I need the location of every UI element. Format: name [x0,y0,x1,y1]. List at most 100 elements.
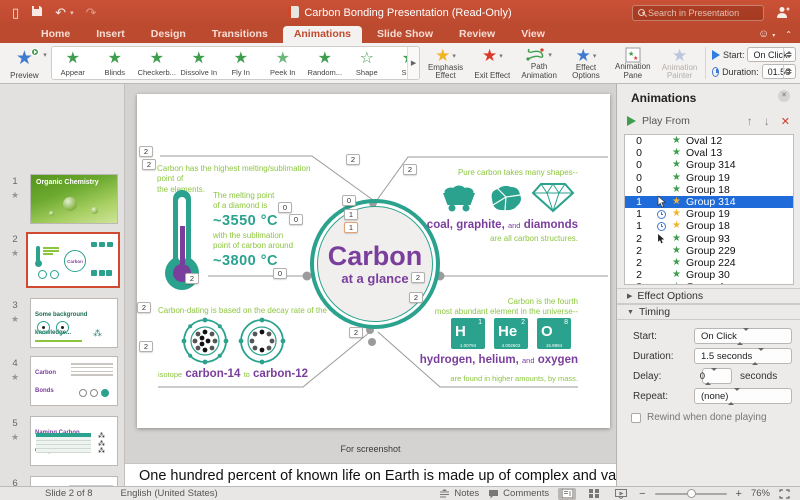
tab-home[interactable]: Home [30,26,81,43]
effect-peek-in[interactable]: Peek In [262,47,304,79]
timing-section-header[interactable]: ▼ Timing [617,304,800,320]
slide-6-thumbnail[interactable]: Carbon Dating [30,476,118,486]
stepper-icon[interactable] [728,391,740,402]
share-person-icon[interactable] [776,6,790,19]
timing-duration-dropdown[interactable]: 1.5 seconds [694,348,792,364]
animation-badge[interactable]: 1 [344,209,358,220]
tab-view[interactable]: View [510,26,556,43]
effect-options-section-header[interactable]: ▶ Effect Options [617,288,800,304]
effect-shape[interactable]: Shape [346,47,388,79]
timing-delay-input[interactable]: 0 [702,368,732,384]
animation-row[interactable]: 0Group 19 [625,172,793,184]
effect-random[interactable]: Random... [304,47,346,79]
animation-badge[interactable]: 2 [403,164,417,175]
start-dropdown[interactable]: On Click [747,47,795,62]
move-up-icon[interactable]: ↑ [747,114,753,128]
close-pane-icon[interactable]: ✕ [778,90,790,102]
preview-dropdown-icon[interactable]: ▾ [43,51,47,59]
collapse-ribbon-icon[interactable]: ⌃ [785,30,792,39]
animation-row[interactable]: 2 Group 93 [625,233,793,245]
effect-blinds[interactable]: Blinds [94,47,136,79]
shapes-outro-text[interactable]: are all carbon structures. [417,234,578,244]
slideshow-view-button[interactable] [612,488,630,500]
effect-fly-in[interactable]: Fly In [220,47,262,79]
duration-stepper-icon[interactable] [783,65,795,78]
exit-effect-button[interactable]: ▾ Exit Effect [469,43,516,83]
animation-row[interactable]: 2Group 30 [625,269,793,281]
search-box[interactable]: ▾ [632,5,764,21]
tab-slide-show[interactable]: Slide Show [366,26,444,43]
animation-row[interactable]: 0Oval 13 [625,147,793,159]
tab-design[interactable]: Design [140,26,197,43]
effect-options-button[interactable]: ▾ Effect Options [563,43,610,83]
slide-1-thumbnail[interactable]: Organic Chemistry [30,174,118,224]
animation-pane-button[interactable]: ★★ Animation Pane [609,43,656,83]
fit-slide-to-window-icon[interactable] [779,489,790,499]
tab-review[interactable]: Review [448,26,506,43]
preview-button[interactable]: ★ ▾ Preview [0,43,49,83]
animation-badge[interactable]: 2 [411,272,425,283]
effect-checkerboard[interactable]: Checkerb... [136,47,178,79]
move-down-icon[interactable]: ↓ [764,114,770,128]
slide-5-thumbnail[interactable]: Naming Carbon Compounds: ⁂⁂⁂ [30,416,118,466]
remove-animation-icon[interactable]: ✕ [781,115,790,128]
zoom-level[interactable]: 76% [751,488,770,499]
animation-row-partial[interactable]: 2Group 4 [625,281,793,285]
animation-row[interactable]: 2Group 229 [625,245,793,257]
tab-animations[interactable]: Animations [283,26,362,43]
timing-repeat-dropdown[interactable]: (none) [694,388,792,404]
abundance-outro-text[interactable]: are found in higher amounts, by mass. [417,374,578,383]
play-from-button[interactable]: Play From [642,115,736,127]
animation-badge[interactable]: 0 [289,214,303,225]
animation-row[interactable]: 2Group 224 [625,257,793,269]
feedback-smiley-icon[interactable]: ☺ ▾ [758,28,775,40]
zoom-slider[interactable] [655,493,727,495]
timing-start-dropdown[interactable]: On Click [694,328,792,344]
abundance-intro-text[interactable]: Carbon is the fourthmost abundant elemen… [417,297,578,318]
animation-badge[interactable]: 2 [409,292,423,303]
effect-dissolve-in[interactable]: Dissolve In [178,47,220,79]
animation-row-selected[interactable]: 1 Group 314 [625,196,793,208]
animation-badge[interactable]: 2 [142,159,156,170]
zoom-slider-thumb[interactable] [687,489,696,498]
isotope-text[interactable]: isotope carbon-14 to carbon-12 [158,368,358,380]
element-tiles[interactable]: 1 H 1.00794 2 He 4.002602 8 O 15.9994 [451,318,571,349]
notes-pane[interactable]: One hundred percent of known life on Ear… [125,463,616,486]
animation-row[interactable]: 1Group 19 [625,208,793,220]
language-indicator[interactable]: English (United States) [121,488,218,499]
shapes-main-text[interactable]: coal, graphite, and diamonds [397,219,578,231]
animation-row[interactable]: 0Oval 12 [625,135,793,147]
normal-view-button[interactable] [558,488,576,500]
shapes-intro-text[interactable]: Pure carbon takes many shapes-- [417,168,578,178]
start-stepper-icon[interactable] [783,48,795,61]
dating-intro-text[interactable]: Carbon-dating is based on the decay rate… [158,306,338,316]
animation-badge[interactable]: 2 [349,327,363,338]
animation-row[interactable]: 0Group 314 [625,159,793,171]
play-from-icon[interactable] [627,116,636,126]
zoom-out-button[interactable]: − [639,488,645,500]
slide-2-thumbnail-selected[interactable]: Carbon [26,232,120,288]
slide-3-thumbnail[interactable]: Some background knowledge... [30,298,118,348]
abundance-main-text[interactable]: hydrogen, helium, and oxygen [387,354,578,366]
stepper-icon[interactable] [752,351,764,362]
emphasis-effect-button[interactable]: ▾ Emphasis Effect [422,43,469,83]
slide-sorter-view-button[interactable] [585,488,603,500]
comments-toggle-button[interactable]: Comments [488,488,549,499]
slide-2-editing-surface[interactable]: Carbon has the highest melting/sublimati… [137,94,610,428]
animation-badge[interactable]: 0 [278,202,292,213]
isotope-atom-diagrams[interactable] [181,317,286,365]
melting-point-text[interactable]: The melting pointof a diamond is ~3550 °… [213,191,323,271]
search-input[interactable] [648,8,765,18]
slide-4-thumbnail[interactable]: Carbon Bonds [30,356,118,406]
animation-badge[interactable]: 0 [342,195,356,206]
tab-transitions[interactable]: Transitions [201,26,279,43]
zoom-in-button[interactable]: + [736,488,742,500]
animation-badge-selected[interactable]: 1 [344,222,358,233]
animation-row[interactable]: 0Group 18 [625,184,793,196]
animation-badge[interactable]: 2 [137,302,151,313]
rewind-checkbox[interactable] [631,413,641,423]
effect-appear[interactable]: Appear [52,47,94,79]
path-animation-button[interactable]: ▾ Path Animation [516,43,563,83]
stepper-icon[interactable] [705,371,717,382]
animation-row[interactable]: 1Group 18 [625,220,793,232]
